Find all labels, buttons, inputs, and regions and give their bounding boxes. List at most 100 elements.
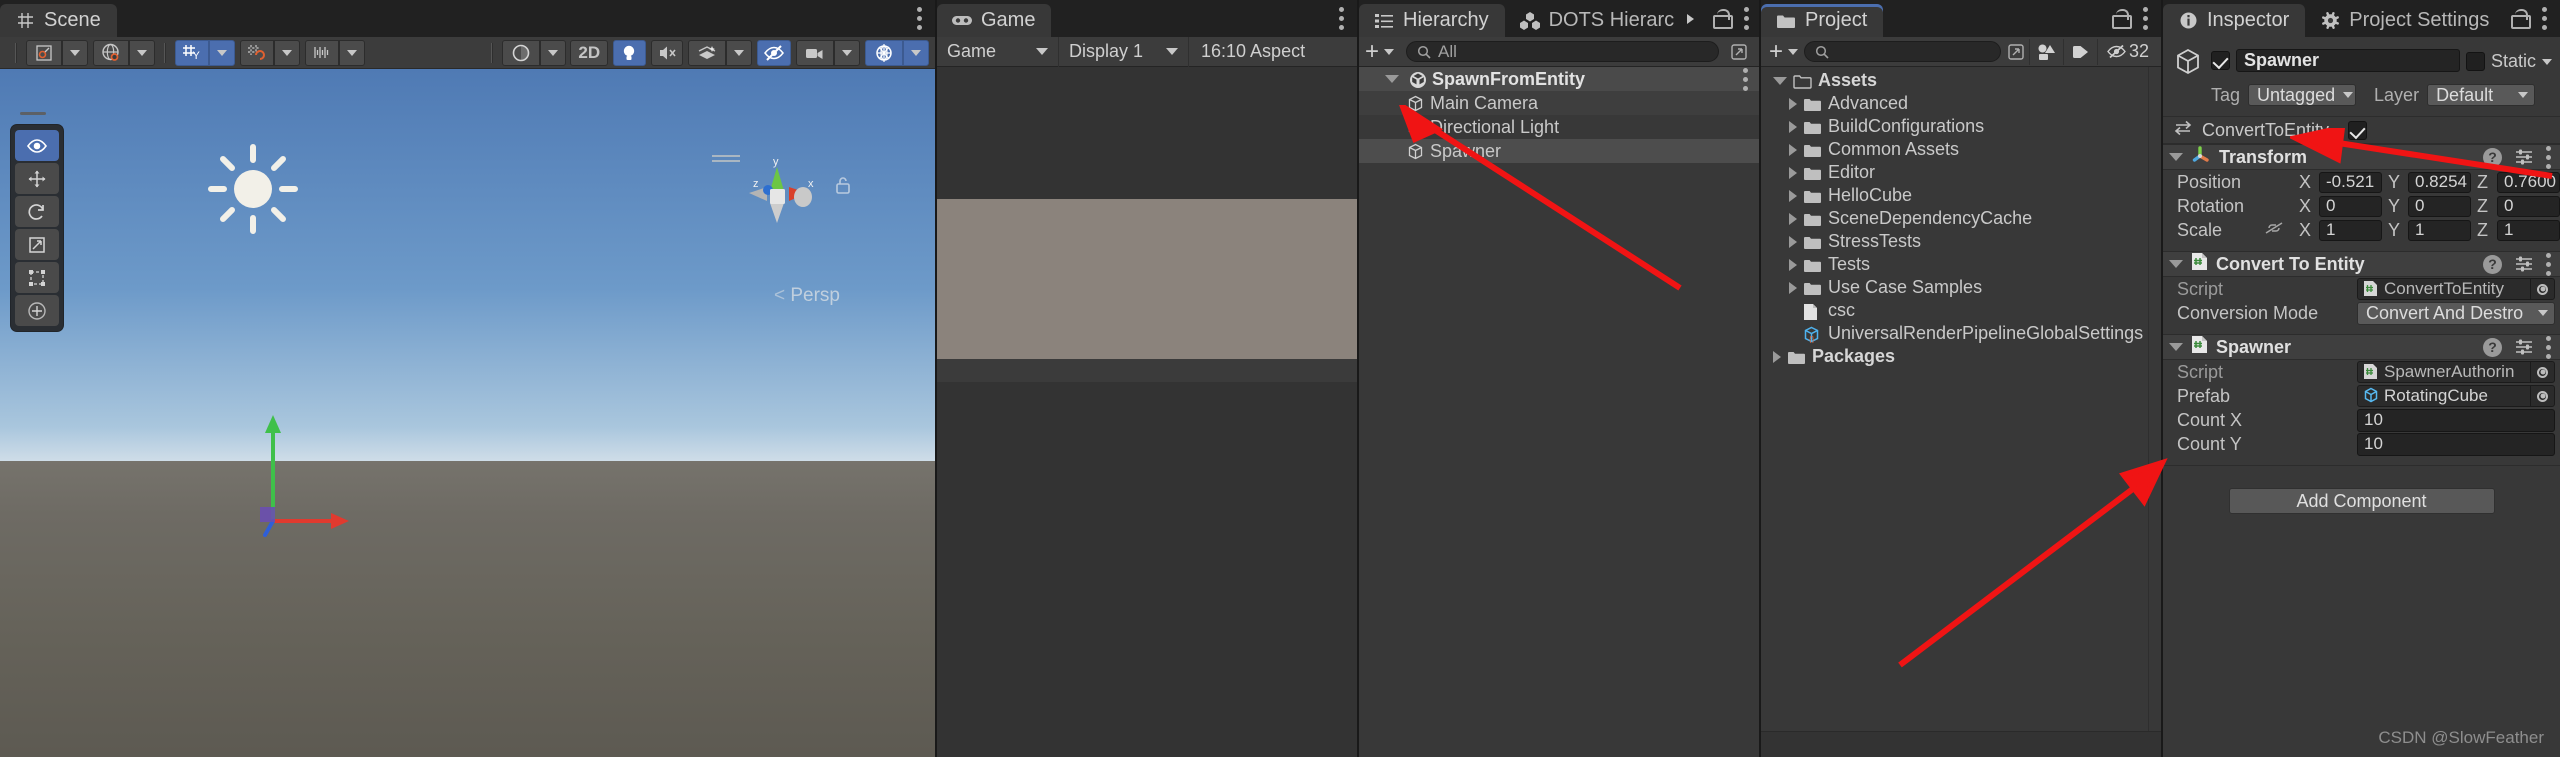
effects-icon[interactable] — [688, 39, 727, 66]
shaded-icon[interactable] — [501, 39, 540, 66]
lock-icon-2[interactable] — [2111, 7, 2132, 29]
project-item-csc[interactable]: csc — [1761, 299, 2148, 322]
project-item-tests[interactable]: Tests — [1761, 253, 2148, 276]
hierarchy-item-main-camera[interactable]: Main Camera — [1359, 91, 1759, 115]
hierarchy-tree[interactable]: SpawnFromEntity Main Camera Directional Li… — [1359, 67, 1759, 757]
scene-viewport[interactable]: y x z < Persp — [0, 69, 935, 757]
expand-triangle-icon[interactable] — [1789, 258, 1797, 271]
fx-dropdown-icon[interactable] — [726, 39, 753, 66]
lock-icon[interactable] — [1712, 7, 1734, 29]
camera-icon[interactable] — [796, 39, 835, 66]
gizmos-globe-icon[interactable] — [865, 39, 904, 66]
scale-z-field[interactable]: 1 — [2497, 219, 2560, 241]
component-header-convert-to-entity[interactable]: Convert To Entity ? — [2163, 251, 2560, 277]
scale-y-field[interactable]: 1 — [2408, 219, 2471, 241]
audio-mute-icon[interactable] — [650, 39, 684, 66]
grid-snap-dropdown-icon[interactable] — [208, 39, 235, 66]
rect-tool[interactable] — [15, 262, 59, 293]
type-filter-icon[interactable] — [2028, 38, 2063, 65]
preset-icon-transform[interactable] — [2514, 148, 2534, 166]
hierarchy-item-spawnfromentity[interactable]: SpawnFromEntity — [1359, 67, 1759, 91]
expand-triangle-icon[interactable] — [1789, 120, 1797, 133]
gizmo-lock-icon[interactable] — [835, 176, 851, 194]
view-hand-tool[interactable] — [15, 130, 59, 161]
pivot-center-icon[interactable] — [26, 39, 62, 66]
static-toggle-group[interactable]: Static — [2465, 51, 2552, 72]
grid-size-icon[interactable] — [304, 39, 339, 66]
rotation-x-field[interactable]: 0 — [2319, 195, 2382, 217]
component-header-spawner[interactable]: Spawner ? — [2163, 334, 2560, 360]
tab-scene[interactable]: Scene — [0, 4, 117, 37]
expand-triangle-icon-spawner[interactable] — [2169, 343, 2183, 351]
tab-hierarchy[interactable]: Hierarchy — [1359, 4, 1505, 37]
tools-drag-handle[interactable] — [20, 112, 46, 115]
convert-to-entity-toggle-row[interactable]: ConvertToEntity — [2163, 117, 2560, 143]
static-checkbox[interactable] — [2465, 52, 2485, 71]
expand-triangle-icon[interactable] — [1773, 350, 1781, 363]
expand-triangle-icon-transform[interactable] — [2169, 153, 2183, 161]
grid-size-dropdown-icon[interactable] — [338, 39, 365, 66]
help-icon-transform[interactable]: ? — [2483, 147, 2502, 167]
inspector-menu-icon[interactable] — [2542, 6, 2548, 30]
project-browser[interactable]: Assets Advanced BuildConfigurations Common … — [1761, 67, 2161, 731]
layer-dropdown[interactable]: Default — [2427, 84, 2536, 106]
hidden-assets-counter[interactable]: 32 — [2096, 38, 2157, 65]
gizmo-drag-handle[interactable] — [712, 155, 740, 162]
expand-triangle-icon[interactable] — [1789, 166, 1797, 179]
scale-tool[interactable] — [15, 229, 59, 260]
object-picker-icon-spawner-script[interactable] — [2530, 362, 2554, 382]
scale-x-field[interactable]: 1 — [2319, 219, 2382, 241]
expand-triangle-icon[interactable] — [1789, 143, 1797, 156]
pivot-dropdown-icon[interactable] — [62, 39, 88, 66]
rotation-z-field[interactable]: 0 — [2497, 195, 2560, 217]
toggle-2d-button[interactable]: 2D — [570, 39, 609, 66]
label-tag-icon[interactable] — [2062, 38, 2097, 65]
preset-icon-spawner[interactable] — [2514, 338, 2534, 356]
static-dropdown-icon[interactable] — [2542, 58, 2552, 65]
hierarchy-search-input[interactable]: All — [1406, 41, 1719, 62]
project-scrollbar[interactable] — [2148, 67, 2161, 731]
handle-space-dropdown-icon[interactable] — [128, 39, 155, 66]
component-menu-icon-cte[interactable] — [2546, 252, 2552, 276]
tab-inspector[interactable]: Inspector — [2163, 4, 2306, 37]
position-y-field[interactable]: 0.8254 — [2408, 171, 2471, 193]
hierarchy-menu-icon[interactable] — [1744, 6, 1750, 30]
project-tree[interactable]: Assets Advanced BuildConfigurations Common … — [1761, 67, 2148, 731]
game-view-mode-dropdown[interactable]: Game — [937, 36, 1059, 67]
light-bulb-icon[interactable] — [612, 39, 646, 66]
hierarchy-item-directional-light[interactable]: Directional Light — [1359, 115, 1759, 139]
object-picker-icon-prefab[interactable] — [2530, 386, 2554, 406]
expand-triangle-icon[interactable] — [1789, 212, 1797, 225]
surface-snap-icon[interactable] — [239, 39, 274, 66]
component-menu-icon-transform[interactable] — [2546, 145, 2552, 169]
expand-triangle-icon-cte[interactable] — [2169, 260, 2183, 268]
tag-dropdown[interactable]: Untagged — [2248, 84, 2357, 106]
project-menu-icon[interactable] — [2143, 6, 2149, 30]
project-item-use-case-samples[interactable]: Use Case Samples — [1761, 276, 2148, 299]
game-menu-icon[interactable] — [1339, 6, 1345, 30]
expand-triangle-icon[interactable] — [1385, 75, 1399, 83]
project-item-buildconfigurations[interactable]: BuildConfigurations — [1761, 115, 2148, 138]
project-item-hellocube[interactable]: HelloCube — [1761, 184, 2148, 207]
position-z-field[interactable]: 0.7600 — [2497, 171, 2560, 193]
scene-orientation-gizmo[interactable]: y x z — [737, 157, 817, 237]
prefab-field[interactable]: RotatingCube — [2357, 385, 2555, 407]
project-search-input[interactable] — [1804, 41, 2001, 62]
spawner-script-field[interactable]: SpawnerAuthorin — [2357, 361, 2555, 383]
preset-icon-cte[interactable] — [2514, 255, 2534, 273]
add-component-button[interactable]: Add Component — [2228, 488, 2495, 514]
scene-context-menu-icon[interactable] — [1743, 67, 1749, 91]
move-tool[interactable] — [15, 163, 59, 194]
position-x-field[interactable]: -0.521 — [2319, 171, 2382, 193]
object-picker-icon-cte-script[interactable] — [2530, 279, 2554, 299]
eye-off-icon[interactable] — [756, 39, 792, 66]
tab-overflow-arrow-icon[interactable] — [1684, 9, 1696, 32]
project-create-button[interactable]: + — [1765, 39, 1802, 64]
rotation-y-field[interactable]: 0 — [2408, 195, 2471, 217]
expand-triangle-icon[interactable] — [1789, 235, 1797, 248]
tab-dots-hierarchy[interactable]: DOTS Hierarc — [1505, 4, 1713, 37]
object-name-field[interactable]: Spawner — [2236, 49, 2460, 72]
project-item-universalrenderpipelineglobalsettings[interactable]: {} UniversalRenderPipelineGlobalSettings — [1761, 322, 2148, 345]
count-x-field[interactable]: 10 — [2357, 408, 2555, 432]
project-item-editor[interactable]: Editor — [1761, 161, 2148, 184]
